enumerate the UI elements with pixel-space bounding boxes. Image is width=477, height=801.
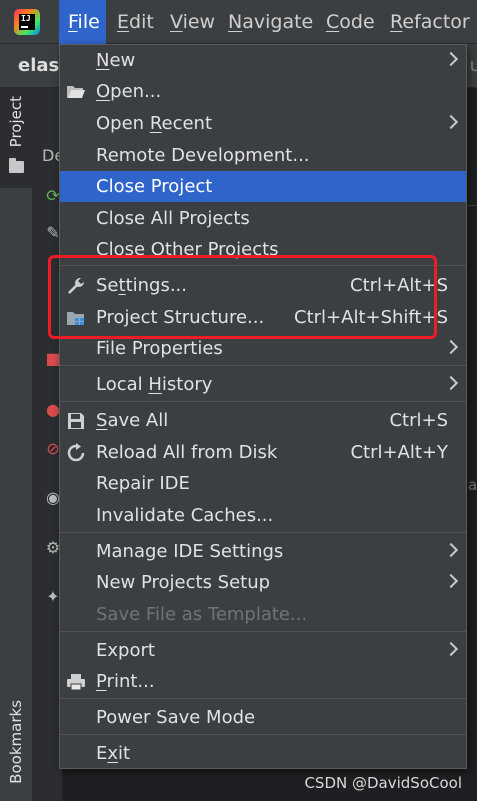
menu-item-repair-ide[interactable]: Repair IDE: [60, 468, 466, 499]
editor-divider: [466, 205, 477, 206]
menu-item-save-file-as-template: Save File as Template...: [96, 604, 308, 625]
menu-item-new[interactable]: New: [60, 45, 466, 76]
submenu-arrow-icon: [443, 641, 459, 657]
menu-navigate[interactable]: Navigate: [228, 0, 313, 44]
folder-open-icon: [67, 86, 85, 98]
menu-separator: [60, 734, 466, 735]
submenu-arrow-icon: [443, 114, 459, 130]
intellij-logo-icon[interactable]: IJ: [14, 9, 40, 35]
menu-item-remote-development[interactable]: Remote Development...: [60, 140, 466, 171]
ide-window: IJ File Edit View Navigate Code Refactor…: [0, 0, 477, 801]
watermark: CSDN @DavidSoCool: [304, 774, 462, 792]
menu-item-print[interactable]: Print...: [60, 666, 466, 697]
menu-separator: [60, 401, 466, 402]
editor-fragment: a: [468, 476, 477, 494]
reload-icon: [67, 443, 85, 462]
menu-item-close-all-projects[interactable]: Close All Projects: [60, 203, 466, 234]
menu-separator: [60, 365, 466, 366]
menu-separator: [60, 698, 466, 699]
submenu-arrow-icon: [443, 542, 459, 558]
printer-icon: [67, 674, 85, 691]
menu-item-power-save-mode[interactable]: Power Save Mode: [60, 702, 466, 733]
truncated-tab-text: u: [469, 55, 477, 76]
menu-view[interactable]: View: [170, 0, 215, 44]
menu-separator: [60, 532, 466, 533]
menu-item-new-projects-setup[interactable]: New Projects Setup: [60, 567, 466, 598]
menu-item-exit[interactable]: Exit: [60, 738, 466, 769]
menu-code[interactable]: Code: [326, 0, 375, 44]
project-tool-tab[interactable]: Project: [0, 88, 33, 188]
bookmarks-tab[interactable]: Bookmarks: [7, 700, 25, 784]
file-menu-dropdown: New Open... Open Recent Remote Developme…: [59, 44, 467, 769]
menu-item-invalidate-caches[interactable]: Invalidate Caches...: [60, 500, 466, 531]
highlight-annotation-box: [48, 255, 437, 339]
menu-item-manage-ide-settings[interactable]: Manage IDE Settings: [60, 536, 466, 567]
menu-item-close-project[interactable]: Close Project: [60, 171, 466, 202]
menu-bar: IJ File Edit View Navigate Code Refactor: [0, 0, 477, 44]
project-tab-label: Project: [7, 96, 25, 148]
shortcut-save-all: Ctrl+S: [389, 410, 448, 431]
menu-refactor[interactable]: Refactor: [390, 0, 470, 44]
submenu-arrow-icon: [443, 375, 459, 391]
menu-item-reload-all[interactable]: Reload All from Disk Ctrl+Alt+Y: [60, 437, 466, 468]
save-icon: [68, 413, 84, 429]
submenu-arrow-icon: [443, 573, 459, 589]
menu-item-local-history[interactable]: Local History: [60, 369, 466, 400]
left-tool-strip: [0, 88, 33, 801]
menu-item-open-recent[interactable]: Open Recent: [60, 108, 466, 139]
menu-item-open[interactable]: Open...: [60, 76, 466, 107]
submenu-arrow-icon: [443, 339, 459, 355]
menu-item-export[interactable]: Export: [60, 635, 466, 666]
menu-edit[interactable]: Edit: [117, 0, 154, 44]
submenu-arrow-icon: [443, 51, 459, 67]
menu-file[interactable]: File: [59, 0, 106, 44]
folder-icon: [9, 158, 24, 173]
menu-item-save-all[interactable]: Save All Ctrl+S: [60, 405, 466, 436]
menu-separator: [60, 631, 466, 632]
shortcut-reload-all: Ctrl+Alt+Y: [350, 442, 448, 463]
